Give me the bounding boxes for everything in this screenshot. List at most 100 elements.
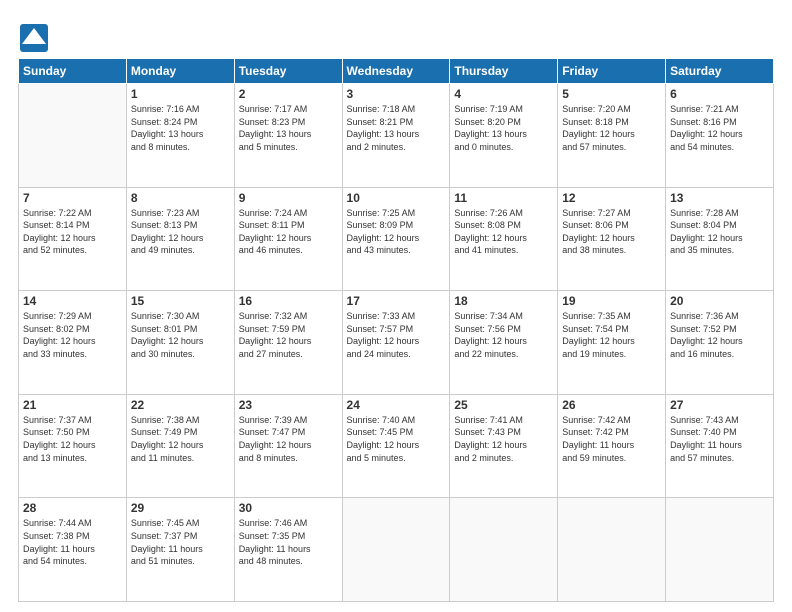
day-number: 20 <box>670 294 769 308</box>
calendar-cell: 21 Sunrise: 7:37 AM Sunset: 7:50 PM Dayli… <box>19 394 127 498</box>
calendar-cell: 3 Sunrise: 7:18 AM Sunset: 8:21 PM Daylig… <box>342 84 450 188</box>
day-info: Sunrise: 7:18 AM Sunset: 8:21 PM Dayligh… <box>347 103 446 153</box>
day-number: 5 <box>562 87 661 101</box>
calendar-cell: 23 Sunrise: 7:39 AM Sunset: 7:47 PM Dayli… <box>234 394 342 498</box>
day-number: 4 <box>454 87 553 101</box>
day-info: Sunrise: 7:35 AM Sunset: 7:54 PM Dayligh… <box>562 310 661 360</box>
calendar-cell: 14 Sunrise: 7:29 AM Sunset: 8:02 PM Dayli… <box>19 291 127 395</box>
day-info: Sunrise: 7:42 AM Sunset: 7:42 PM Dayligh… <box>562 414 661 464</box>
day-info: Sunrise: 7:38 AM Sunset: 7:49 PM Dayligh… <box>131 414 230 464</box>
day-number: 9 <box>239 191 338 205</box>
calendar-cell <box>342 498 450 602</box>
calendar-cell: 19Sunrise: 7:35 AM Sunset: 7:54 PM Dayli… <box>558 291 666 395</box>
day-number: 24 <box>347 398 446 412</box>
day-number: 12 <box>562 191 661 205</box>
calendar-cell: 22 Sunrise: 7:38 AM Sunset: 7:49 PM Dayli… <box>126 394 234 498</box>
calendar-cell: 13 Sunrise: 7:28 AM Sunset: 8:04 PM Dayli… <box>666 187 774 291</box>
day-number: 21 <box>23 398 122 412</box>
day-info: Sunrise: 7:43 AM Sunset: 7:40 PM Dayligh… <box>670 414 769 464</box>
day-number: 22 <box>131 398 230 412</box>
logo-icon <box>18 22 46 50</box>
calendar-cell: 4 Sunrise: 7:19 AM Sunset: 8:20 PM Daylig… <box>450 84 558 188</box>
day-info: Sunrise: 7:28 AM Sunset: 8:04 PM Dayligh… <box>670 207 769 257</box>
calendar-cell <box>558 498 666 602</box>
calendar-cell: 17 Sunrise: 7:33 AM Sunset: 7:57 PM Dayli… <box>342 291 450 395</box>
day-number: 25 <box>454 398 553 412</box>
day-info: Sunrise: 7:45 AM Sunset: 7:37 PM Dayligh… <box>131 517 230 567</box>
day-info: Sunrise: 7:44 AM Sunset: 7:38 PM Dayligh… <box>23 517 122 567</box>
day-info: Sunrise: 7:37 AM Sunset: 7:50 PM Dayligh… <box>23 414 122 464</box>
day-number: 27 <box>670 398 769 412</box>
calendar-cell: 9Sunrise: 7:24 AM Sunset: 8:11 PM Daylig… <box>234 187 342 291</box>
calendar-cell: 6 Sunrise: 7:21 AM Sunset: 8:16 PM Daylig… <box>666 84 774 188</box>
calendar-cell: 10 Sunrise: 7:25 AM Sunset: 8:09 PM Dayli… <box>342 187 450 291</box>
calendar-cell: 5 Sunrise: 7:20 AM Sunset: 8:18 PM Daylig… <box>558 84 666 188</box>
day-number: 10 <box>347 191 446 205</box>
calendar-cell: 7 Sunrise: 7:22 AM Sunset: 8:14 PM Daylig… <box>19 187 127 291</box>
calendar-header-sunday: Sunday <box>19 59 127 84</box>
day-number: 14 <box>23 294 122 308</box>
calendar-header-monday: Monday <box>126 59 234 84</box>
day-info: Sunrise: 7:22 AM Sunset: 8:14 PM Dayligh… <box>23 207 122 257</box>
day-info: Sunrise: 7:46 AM Sunset: 7:35 PM Dayligh… <box>239 517 338 567</box>
day-info: Sunrise: 7:36 AM Sunset: 7:52 PM Dayligh… <box>670 310 769 360</box>
calendar-cell: 15Sunrise: 7:30 AM Sunset: 8:01 PM Dayli… <box>126 291 234 395</box>
calendar-cell: 8Sunrise: 7:23 AM Sunset: 8:13 PM Daylig… <box>126 187 234 291</box>
calendar-cell: 12 Sunrise: 7:27 AM Sunset: 8:06 PM Dayli… <box>558 187 666 291</box>
calendar-cell <box>450 498 558 602</box>
day-info: Sunrise: 7:20 AM Sunset: 8:18 PM Dayligh… <box>562 103 661 153</box>
day-number: 1 <box>131 87 230 101</box>
day-info: Sunrise: 7:33 AM Sunset: 7:57 PM Dayligh… <box>347 310 446 360</box>
day-info: Sunrise: 7:21 AM Sunset: 8:16 PM Dayligh… <box>670 103 769 153</box>
day-info: Sunrise: 7:32 AM Sunset: 7:59 PM Dayligh… <box>239 310 338 360</box>
day-number: 17 <box>347 294 446 308</box>
calendar-cell: 30Sunrise: 7:46 AM Sunset: 7:35 PM Dayli… <box>234 498 342 602</box>
day-info: Sunrise: 7:17 AM Sunset: 8:23 PM Dayligh… <box>239 103 338 153</box>
calendar-week-1: 7 Sunrise: 7:22 AM Sunset: 8:14 PM Daylig… <box>19 187 774 291</box>
calendar-header-row: SundayMondayTuesdayWednesdayThursdayFrid… <box>19 59 774 84</box>
day-number: 11 <box>454 191 553 205</box>
day-number: 7 <box>23 191 122 205</box>
calendar-cell: 28 Sunrise: 7:44 AM Sunset: 7:38 PM Dayli… <box>19 498 127 602</box>
calendar-cell: 16Sunrise: 7:32 AM Sunset: 7:59 PM Dayli… <box>234 291 342 395</box>
day-number: 2 <box>239 87 338 101</box>
day-number: 28 <box>23 501 122 515</box>
calendar-cell: 11Sunrise: 7:26 AM Sunset: 8:08 PM Dayli… <box>450 187 558 291</box>
day-number: 13 <box>670 191 769 205</box>
logo <box>18 22 50 50</box>
calendar: SundayMondayTuesdayWednesdayThursdayFrid… <box>18 58 774 602</box>
day-number: 3 <box>347 87 446 101</box>
calendar-cell: 29 Sunrise: 7:45 AM Sunset: 7:37 PM Dayli… <box>126 498 234 602</box>
calendar-cell: 25 Sunrise: 7:41 AM Sunset: 7:43 PM Dayli… <box>450 394 558 498</box>
day-number: 8 <box>131 191 230 205</box>
day-info: Sunrise: 7:41 AM Sunset: 7:43 PM Dayligh… <box>454 414 553 464</box>
day-info: Sunrise: 7:16 AM Sunset: 8:24 PM Dayligh… <box>131 103 230 153</box>
header <box>18 18 774 50</box>
page: SundayMondayTuesdayWednesdayThursdayFrid… <box>0 0 792 612</box>
day-info: Sunrise: 7:39 AM Sunset: 7:47 PM Dayligh… <box>239 414 338 464</box>
calendar-cell: 18 Sunrise: 7:34 AM Sunset: 7:56 PM Dayli… <box>450 291 558 395</box>
calendar-header-wednesday: Wednesday <box>342 59 450 84</box>
day-info: Sunrise: 7:25 AM Sunset: 8:09 PM Dayligh… <box>347 207 446 257</box>
calendar-cell: 27 Sunrise: 7:43 AM Sunset: 7:40 PM Dayli… <box>666 394 774 498</box>
day-number: 23 <box>239 398 338 412</box>
calendar-header-tuesday: Tuesday <box>234 59 342 84</box>
calendar-cell: 2 Sunrise: 7:17 AM Sunset: 8:23 PM Daylig… <box>234 84 342 188</box>
calendar-header-friday: Friday <box>558 59 666 84</box>
calendar-cell: 20 Sunrise: 7:36 AM Sunset: 7:52 PM Dayli… <box>666 291 774 395</box>
day-number: 29 <box>131 501 230 515</box>
calendar-week-0: 1 Sunrise: 7:16 AM Sunset: 8:24 PM Daylig… <box>19 84 774 188</box>
calendar-week-2: 14 Sunrise: 7:29 AM Sunset: 8:02 PM Dayli… <box>19 291 774 395</box>
calendar-header-thursday: Thursday <box>450 59 558 84</box>
day-info: Sunrise: 7:34 AM Sunset: 7:56 PM Dayligh… <box>454 310 553 360</box>
day-number: 15 <box>131 294 230 308</box>
day-number: 18 <box>454 294 553 308</box>
calendar-cell: 26Sunrise: 7:42 AM Sunset: 7:42 PM Dayli… <box>558 394 666 498</box>
day-info: Sunrise: 7:19 AM Sunset: 8:20 PM Dayligh… <box>454 103 553 153</box>
day-info: Sunrise: 7:27 AM Sunset: 8:06 PM Dayligh… <box>562 207 661 257</box>
calendar-cell <box>19 84 127 188</box>
day-info: Sunrise: 7:29 AM Sunset: 8:02 PM Dayligh… <box>23 310 122 360</box>
day-info: Sunrise: 7:40 AM Sunset: 7:45 PM Dayligh… <box>347 414 446 464</box>
day-number: 6 <box>670 87 769 101</box>
calendar-cell: 24 Sunrise: 7:40 AM Sunset: 7:45 PM Dayli… <box>342 394 450 498</box>
